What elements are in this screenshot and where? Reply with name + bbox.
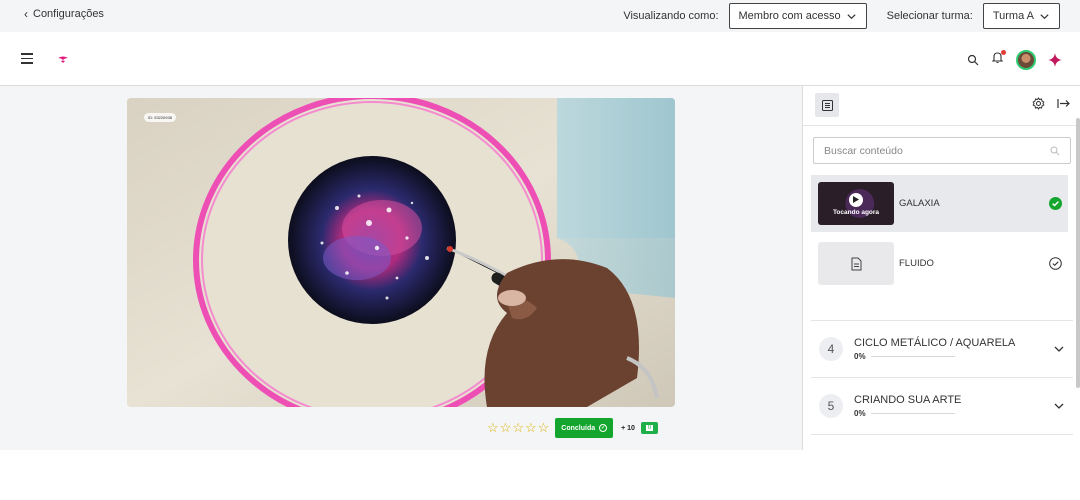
ticket-value: 0 xyxy=(645,425,654,431)
module-progress-label: 0% xyxy=(854,352,866,361)
content-search xyxy=(813,137,1071,164)
select-class-value: Turma A xyxy=(992,10,1034,22)
menu-icon[interactable] xyxy=(21,53,33,64)
star-icon[interactable]: ☆ xyxy=(512,420,524,436)
view-as-controls: Visualizando como: Membro com acesso Sel… xyxy=(623,0,1060,32)
star-icon[interactable]: ☆ xyxy=(525,420,537,436)
main-content: ID: 53226938 ☆ ☆ ☆ ☆ ☆ Concluída ✓ + 10 … xyxy=(0,86,802,450)
module-progress-bar xyxy=(870,412,955,415)
module-item-4[interactable]: 4 CICLO METÁLICO / AQUARELA 0% xyxy=(811,320,1073,377)
select-class-label: Selecionar turma: xyxy=(886,10,973,22)
chevron-down-icon xyxy=(847,13,856,19)
lesson-title: GALAXIA xyxy=(899,198,940,209)
chevron-down-icon xyxy=(1054,346,1064,352)
completed-check-icon xyxy=(1049,197,1062,210)
gear-icon[interactable] xyxy=(1032,97,1045,110)
search-icon xyxy=(1050,146,1060,155)
module-item-next[interactable] xyxy=(811,434,1073,450)
notifications-button[interactable] xyxy=(991,50,1006,69)
ticket-icon: 0 xyxy=(640,422,658,434)
user-avatar[interactable] xyxy=(1016,50,1036,70)
back-label: Configurações xyxy=(33,8,104,20)
now-playing-label: Tocando agora xyxy=(832,209,880,216)
module-progress: 0% xyxy=(854,409,1053,418)
module-text: CRIANDO SUA ARTE 0% xyxy=(854,394,1053,418)
play-icon xyxy=(849,192,863,207)
star-icon[interactable]: ☆ xyxy=(487,420,499,436)
rating-stars: ☆ ☆ ☆ ☆ ☆ xyxy=(487,420,549,436)
lesson-thumbnail: Tocando agora xyxy=(818,182,894,225)
module-text: CICLO METÁLICO / AQUARELA 0% xyxy=(854,337,1053,361)
sidebar-header xyxy=(803,86,1080,126)
module-number: 5 xyxy=(819,394,843,418)
star-icon[interactable]: ☆ xyxy=(500,420,512,436)
module-title: CRIANDO SUA ARTE xyxy=(854,394,962,406)
check-circle-icon: ✓ xyxy=(599,424,608,432)
done-label: Concluída xyxy=(561,424,596,432)
notification-dot xyxy=(1001,50,1006,55)
viewing-as-value: Membro com acesso xyxy=(738,10,841,22)
lesson-thumbnail xyxy=(818,242,894,285)
chevron-down-icon xyxy=(1040,13,1049,19)
viewing-as-label: Visualizando como: xyxy=(623,10,719,22)
video-player[interactable]: ID: 53226938 xyxy=(127,98,675,407)
module-progress-bar xyxy=(870,355,955,358)
pending-check-icon[interactable] xyxy=(1049,257,1062,270)
viewing-as-dropdown[interactable]: Membro com acesso xyxy=(728,3,867,29)
sidebar-header-actions xyxy=(1032,97,1070,110)
lesson-item-fluido[interactable]: FLUIDO xyxy=(811,235,1068,292)
search-icon[interactable] xyxy=(967,54,979,66)
nav-actions xyxy=(967,50,1062,70)
chevron-left-icon: ‹ xyxy=(24,7,28,21)
document-icon xyxy=(851,257,861,270)
collapse-sidebar-icon[interactable] xyxy=(1057,97,1070,110)
course-sidebar: Tocando agora GALAXIA FLUIDO 4 CICLO MET… xyxy=(802,86,1080,450)
chevron-down-icon xyxy=(1054,403,1064,409)
lesson-item-galaxia[interactable]: Tocando agora GALAXIA xyxy=(811,175,1068,232)
brand-logo[interactable] xyxy=(57,56,69,64)
points-label: + 10 xyxy=(621,424,635,432)
lesson-actions: ☆ ☆ ☆ ☆ ☆ Concluída ✓ + 10 0 xyxy=(487,418,658,438)
video-frame-image xyxy=(127,98,675,407)
module-progress-label: 0% xyxy=(854,409,866,418)
module-progress: 0% xyxy=(854,352,1053,361)
search-input[interactable] xyxy=(824,144,1024,157)
module-title: CICLO METÁLICO / AQUARELA xyxy=(854,337,1016,349)
top-bar: ‹ Configurações Visualizando como: Membr… xyxy=(0,0,1080,32)
module-number: 4 xyxy=(819,337,843,361)
module-item-5[interactable]: 5 CRIANDO SUA ARTE 0% xyxy=(811,377,1073,434)
sparkle-icon[interactable] xyxy=(1048,53,1062,67)
back-link[interactable]: ‹ Configurações xyxy=(24,7,104,21)
lesson-title: FLUIDO xyxy=(899,258,934,269)
lesson-list-button[interactable] xyxy=(815,93,839,117)
sidebar-scrollbar[interactable] xyxy=(1076,118,1080,388)
nav-bar xyxy=(0,32,1080,86)
list-icon xyxy=(821,99,833,111)
star-icon[interactable]: ☆ xyxy=(538,420,550,436)
video-id-badge: ID: 53226938 xyxy=(144,113,177,122)
mark-complete-button[interactable]: Concluída ✓ xyxy=(555,418,614,438)
select-class-dropdown[interactable]: Turma A xyxy=(982,3,1060,29)
